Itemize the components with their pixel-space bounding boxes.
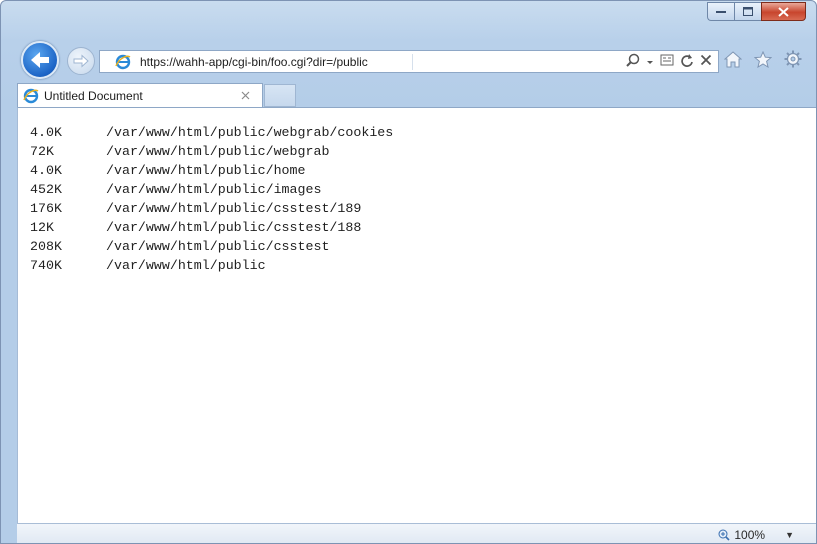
home-icon[interactable]: [723, 50, 743, 73]
maximize-icon: [743, 7, 753, 16]
item-size: 208K: [30, 239, 62, 254]
item-size: 4.0K: [30, 163, 62, 178]
refresh-icon[interactable]: [680, 53, 694, 71]
close-icon: [778, 6, 789, 17]
zoom-control[interactable]: 100% ▼: [718, 528, 794, 542]
item-size: 740K: [30, 258, 62, 273]
item-path: /var/www/html/public/csstest/188: [106, 220, 362, 235]
compatibility-view-icon[interactable]: [660, 53, 674, 71]
favorites-star-icon[interactable]: [753, 50, 773, 73]
list-item: 12K/var/www/html/public/csstest/188: [30, 218, 393, 237]
item-path: /var/www/html/public/webgrab: [106, 144, 330, 159]
zoom-icon: [718, 529, 730, 541]
browser-command-icons: [723, 50, 802, 73]
item-size: 452K: [30, 182, 62, 197]
list-item: 176K/var/www/html/public/csstest/189: [30, 199, 393, 218]
minimize-icon: [716, 10, 726, 13]
list-item: 4.0K/var/www/html/public/home: [30, 161, 393, 180]
address-bar[interactable]: https://wahh-app/cgi-bin/foo.cgi?dir=/pu…: [99, 50, 719, 73]
list-item: 4.0K/var/www/html/public/webgrab/cookies: [30, 123, 393, 142]
list-item: 208K/var/www/html/public/csstest: [30, 237, 393, 256]
forward-arrow-icon: [73, 54, 89, 68]
item-size: 4.0K: [30, 125, 62, 140]
list-item: 452K/var/www/html/public/images: [30, 180, 393, 199]
item-size: 176K: [30, 201, 62, 216]
status-bar: 100% ▼: [17, 523, 816, 543]
address-divider: [412, 54, 413, 70]
stop-icon[interactable]: [700, 54, 712, 70]
page-content: 4.0K/var/www/html/public/webgrab/cookies…: [17, 107, 816, 523]
internet-explorer-icon: [112, 54, 134, 70]
tab-active[interactable]: Untitled Document: [17, 83, 263, 107]
zoom-level: 100%: [734, 528, 766, 542]
item-path: /var/www/html/public/home: [106, 163, 306, 178]
item-path: /var/www/html/public/webgrab/cookies: [106, 125, 394, 140]
maximize-button[interactable]: [734, 2, 761, 21]
address-tools: [626, 53, 712, 71]
item-size: 72K: [30, 144, 54, 159]
minimize-button[interactable]: [707, 2, 734, 21]
item-path: /var/www/html/public/images: [106, 182, 322, 197]
item-path: /var/www/html/public/csstest/189: [106, 201, 362, 216]
gear-icon[interactable]: [784, 50, 802, 73]
tab-close-button[interactable]: [241, 88, 250, 103]
list-item: 72K/var/www/html/public/webgrab: [30, 142, 393, 161]
chevron-down-icon[interactable]: ▼: [785, 530, 794, 540]
window-caption-buttons: [707, 2, 806, 21]
tab-title: Untitled Document: [44, 88, 143, 103]
back-button[interactable]: [21, 41, 59, 79]
list-item: 740K/var/www/html/public: [30, 256, 393, 275]
close-icon: [241, 91, 250, 100]
directory-listing: 4.0K/var/www/html/public/webgrab/cookies…: [30, 123, 393, 275]
search-icon[interactable]: [626, 53, 640, 71]
back-arrow-icon: [31, 52, 49, 68]
chevron-down-icon[interactable]: [646, 54, 654, 70]
forward-button[interactable]: [67, 47, 95, 75]
browser-window: https://wahh-app/cgi-bin/foo.cgi?dir=/pu…: [0, 0, 817, 544]
item-path: /var/www/html/public/csstest: [106, 239, 330, 254]
address-url[interactable]: https://wahh-app/cgi-bin/foo.cgi?dir=/pu…: [140, 55, 368, 69]
item-size: 12K: [30, 220, 54, 235]
new-tab-button[interactable]: [264, 84, 296, 107]
close-window-button[interactable]: [761, 2, 806, 21]
item-path: /var/www/html/public: [106, 258, 266, 273]
internet-explorer-icon: [23, 88, 39, 104]
